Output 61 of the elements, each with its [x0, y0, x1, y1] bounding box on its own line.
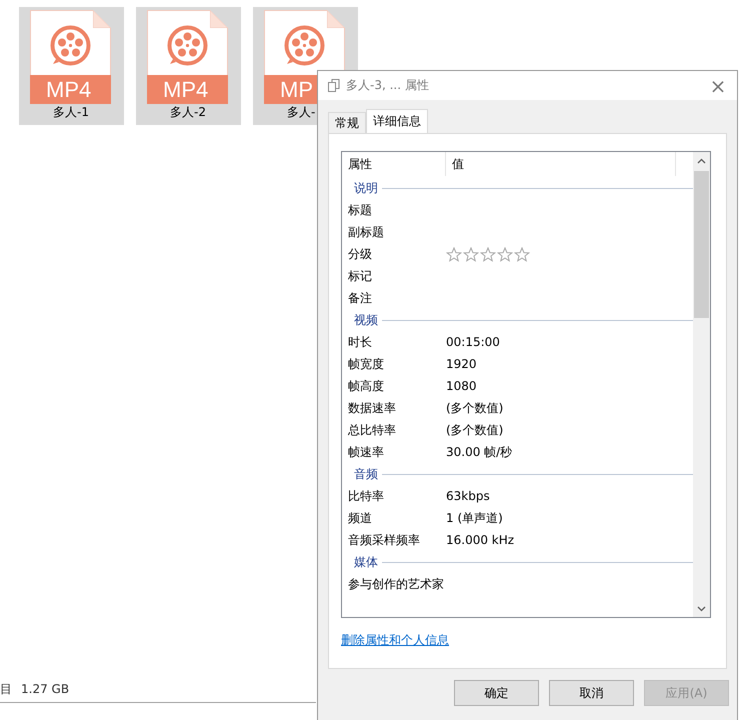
- property-name: 音频采样频率: [347, 532, 421, 549]
- film-reel-icon: [284, 25, 325, 66]
- property-name: 总比特率: [347, 422, 397, 439]
- group-heading: 说明: [354, 180, 378, 196]
- scrollbar[interactable]: [693, 152, 710, 617]
- property-value: 30.00 帧/秒: [446, 444, 512, 461]
- property-name: 比特率: [347, 488, 385, 505]
- file-type-label: MP4: [30, 75, 111, 104]
- star-icon[interactable]: [497, 246, 513, 262]
- group-heading: 视频: [354, 312, 378, 328]
- column-header[interactable]: 属性: [342, 152, 446, 176]
- file-name: 多人-1: [52, 104, 90, 120]
- property-value: (多个数值): [446, 422, 504, 439]
- property-value: 16.000 kHz: [446, 532, 514, 549]
- property-name: 帧高度: [347, 378, 385, 395]
- property-name: 标题: [347, 202, 373, 219]
- folded-corner-icon: [327, 10, 345, 28]
- star-icon[interactable]: [463, 246, 479, 262]
- property-value: 00:15:00: [446, 334, 500, 351]
- property-value: 1 (单声道): [446, 510, 503, 527]
- remove-properties-link[interactable]: 删除属性和个人信息: [341, 632, 449, 649]
- dialog-button[interactable]: 取消: [549, 680, 634, 706]
- property-name: 时长: [347, 334, 373, 351]
- property-name: 备注: [347, 290, 373, 307]
- file-name: 多人-: [286, 104, 316, 120]
- property-name: 帧宽度: [347, 356, 385, 373]
- file-type-label: MP4: [147, 75, 228, 104]
- dialog-button[interactable]: 确定: [454, 680, 539, 706]
- total-size-text: 1.27 GB: [21, 682, 70, 696]
- property-name: 副标题: [347, 224, 385, 241]
- scroll-down-icon[interactable]: [697, 606, 706, 612]
- property-name: 频道: [347, 510, 373, 527]
- tab[interactable]: 常规: [328, 112, 366, 133]
- star-icon[interactable]: [446, 246, 462, 262]
- group-heading: 音频: [354, 466, 378, 482]
- property-value: 1920: [446, 356, 477, 373]
- file-name: 多人-2: [169, 104, 207, 120]
- property-name: 参与创作的艺术家: [347, 576, 445, 593]
- star-icon[interactable]: [480, 246, 496, 262]
- group-heading: 媒体: [354, 554, 378, 570]
- property-value: (多个数值): [446, 400, 504, 417]
- file-tile[interactable]: MP4 多人-1: [19, 7, 124, 125]
- scroll-thumb[interactable]: [694, 171, 709, 318]
- folded-corner-icon: [93, 10, 111, 28]
- film-reel-icon: [167, 25, 208, 66]
- property-value: 63kbps: [446, 488, 490, 505]
- tab[interactable]: 详细信息: [366, 109, 428, 133]
- item-count-text: 目: [0, 682, 12, 696]
- close-button[interactable]: ×: [703, 71, 733, 100]
- star-icon[interactable]: [514, 246, 530, 262]
- film-reel-icon: [50, 25, 91, 66]
- property-name: 标记: [347, 268, 373, 285]
- file-tile[interactable]: MP4 多人-2: [136, 7, 241, 125]
- property-value: 1080: [446, 378, 477, 395]
- copy-icon: [328, 79, 340, 92]
- property-name: 分级: [347, 246, 373, 263]
- column-header[interactable]: 值: [446, 152, 676, 176]
- property-name: 帧速率: [347, 444, 385, 461]
- property-name: 数据速率: [347, 400, 397, 417]
- scroll-up-icon[interactable]: [697, 158, 706, 164]
- folded-corner-icon: [210, 10, 228, 28]
